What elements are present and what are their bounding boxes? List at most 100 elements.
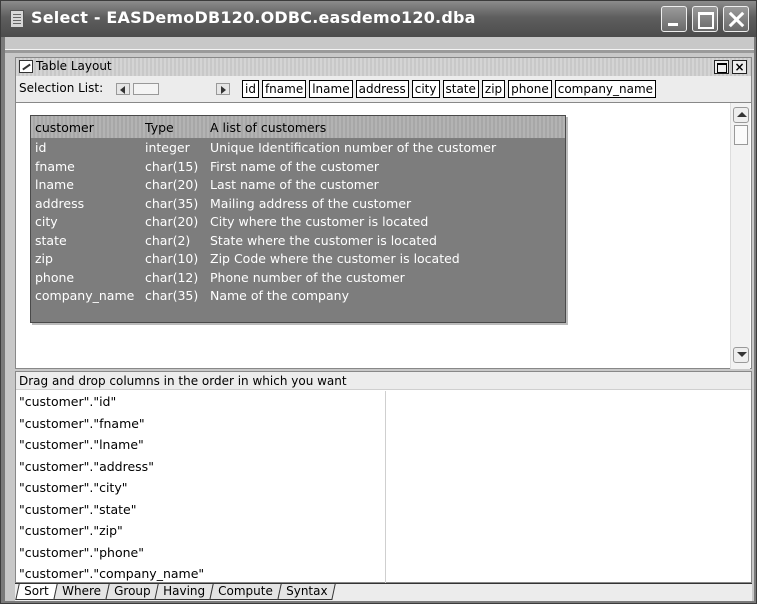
column-type: integer bbox=[145, 140, 190, 155]
sort-column-list[interactable]: "customer"."id" "customer"."fname" "custom… bbox=[16, 391, 386, 583]
column-name: fname bbox=[35, 158, 75, 174]
column-type: char(35) bbox=[145, 288, 199, 303]
column-type: char(2) bbox=[145, 232, 191, 248]
close-button[interactable] bbox=[723, 6, 749, 32]
selection-column-chip[interactable]: state bbox=[442, 80, 479, 98]
selection-column-chip[interactable]: id bbox=[242, 80, 259, 98]
table-column-row[interactable]: id integer Unique Identification number of… bbox=[31, 138, 565, 157]
sort-panel: Drag and drop columns in the order in wh… bbox=[15, 371, 752, 583]
table-layout-icon bbox=[19, 60, 33, 73]
window-title: Select - EASDemoDB120.ODBC.easdemo120.db… bbox=[31, 8, 476, 27]
tab-label: Group bbox=[113, 584, 151, 598]
child-maximize-button[interactable] bbox=[714, 60, 729, 74]
scroll-thumb-vertical[interactable] bbox=[734, 125, 748, 145]
scroll-left-icon[interactable] bbox=[116, 83, 130, 95]
bottom-tabs: Sort Where Group Having Compute Syntax bbox=[15, 583, 752, 601]
sort-instruction: Drag and drop columns in the order in wh… bbox=[16, 372, 751, 390]
table-layout-window: Table Layout × Selection List: id fname ln… bbox=[15, 57, 752, 369]
column-comment: Phone number of the customer bbox=[210, 269, 405, 285]
sort-list-item[interactable]: "customer"."city" bbox=[16, 477, 385, 499]
tab-label: Where bbox=[61, 584, 101, 598]
sort-list-item[interactable]: "customer"."phone" bbox=[16, 542, 385, 564]
tab-syntax[interactable]: Syntax bbox=[277, 584, 337, 600]
scroll-thumb[interactable] bbox=[133, 83, 159, 95]
sort-list-item[interactable]: "customer"."lname" bbox=[16, 434, 385, 456]
column-name: city bbox=[35, 214, 58, 229]
tab-sort[interactable]: Sort bbox=[15, 584, 58, 600]
table-header[interactable]: customer Type A list of customers bbox=[31, 116, 565, 138]
selection-column-chip[interactable]: address bbox=[355, 80, 409, 98]
column-type: char(20) bbox=[145, 177, 199, 192]
tab-having[interactable]: Having bbox=[154, 584, 214, 600]
selection-column-chip[interactable]: zip bbox=[481, 80, 506, 98]
column-name: id bbox=[35, 140, 47, 155]
sort-list-item[interactable]: "customer"."address" bbox=[16, 456, 385, 478]
document-icon bbox=[10, 10, 24, 28]
table-column-row[interactable]: lname char(20) Last name of the customer bbox=[31, 175, 565, 194]
selection-column-chip[interactable]: city bbox=[411, 80, 440, 98]
select-window: Select - EASDemoDB120.ODBC.easdemo120.db… bbox=[0, 0, 757, 604]
scroll-up-icon[interactable] bbox=[733, 107, 749, 123]
selection-columns: id fname lname address city state zip phone comp… bbox=[242, 80, 657, 98]
splitter-top[interactable] bbox=[5, 49, 754, 53]
column-type: char(10) bbox=[145, 251, 199, 266]
customer-table[interactable]: customer Type A list of customers id inte… bbox=[30, 115, 566, 323]
selection-column-chip[interactable]: lname bbox=[309, 80, 353, 98]
table-name: customer bbox=[35, 120, 94, 135]
sort-list-item[interactable]: "customer"."company_name" bbox=[16, 563, 385, 585]
table-column-row[interactable]: fname char(15) First name of the customer bbox=[31, 157, 565, 176]
type-header: Type bbox=[145, 120, 174, 135]
tab-label: Having bbox=[163, 584, 206, 598]
column-comment: First name of the customer bbox=[210, 158, 380, 174]
table-layout-title: Table Layout bbox=[36, 59, 112, 73]
maximize-button[interactable] bbox=[692, 6, 718, 32]
selection-list-bar: Selection List: id fname lname address city s… bbox=[16, 78, 751, 100]
column-comment: Name of the company bbox=[210, 288, 349, 303]
table-column-row[interactable]: company_name char(35) Name of the company bbox=[31, 286, 565, 305]
sort-list-item[interactable]: "customer"."id" bbox=[16, 391, 385, 413]
column-comment: Last name of the customer bbox=[210, 177, 379, 192]
table-column-row[interactable]: zip char(10) Zip Code where the customer i… bbox=[31, 249, 565, 268]
scroll-right-icon[interactable] bbox=[216, 83, 230, 95]
column-comment: City where the customer is located bbox=[210, 214, 429, 229]
column-name: zip bbox=[35, 251, 53, 266]
column-name: phone bbox=[35, 269, 75, 285]
column-type: char(15) bbox=[145, 158, 199, 174]
tab-group[interactable]: Group bbox=[104, 584, 159, 600]
sort-list-item[interactable]: "customer"."state" bbox=[16, 499, 385, 521]
tab-label: Sort bbox=[24, 584, 49, 598]
column-name: state bbox=[35, 232, 67, 248]
scroll-down-icon[interactable] bbox=[733, 347, 749, 363]
tab-compute[interactable]: Compute bbox=[209, 584, 282, 600]
table-column-row[interactable]: city char(20) City where the customer is l… bbox=[31, 212, 565, 231]
column-name: address bbox=[35, 195, 85, 211]
child-close-button[interactable]: × bbox=[732, 60, 747, 74]
tab-label: Compute bbox=[218, 584, 273, 598]
table-canvas: customer Type A list of customers id inte… bbox=[16, 102, 751, 369]
column-comment: State where the customer is located bbox=[210, 232, 437, 248]
column-name: company_name bbox=[35, 288, 135, 303]
column-comment: Mailing address of the customer bbox=[210, 195, 412, 211]
column-type: char(20) bbox=[145, 214, 199, 229]
table-layout-title-bar[interactable]: Table Layout × bbox=[16, 58, 751, 76]
sort-list-item[interactable]: "customer"."fname" bbox=[16, 413, 385, 435]
selection-scrollbar[interactable] bbox=[116, 82, 234, 96]
minimize-button[interactable] bbox=[661, 6, 687, 32]
table-comment: A list of customers bbox=[210, 120, 327, 135]
table-column-row[interactable]: phone char(12) Phone number of the custome… bbox=[31, 268, 565, 287]
column-name: lname bbox=[35, 177, 74, 192]
table-column-row[interactable]: address char(35) Mailing address of the cu… bbox=[31, 194, 565, 213]
client-area: Table Layout × Selection List: id fname ln… bbox=[5, 37, 754, 601]
selection-column-chip[interactable]: phone bbox=[508, 80, 552, 98]
selection-list-label: Selection List: bbox=[19, 81, 104, 95]
table-column-row[interactable]: state char(2) State where the customer is … bbox=[31, 231, 565, 250]
column-comment: Unique Identification number of the cust… bbox=[210, 140, 497, 155]
column-type: char(12) bbox=[145, 269, 199, 285]
column-comment: Zip Code where the customer is located bbox=[210, 251, 460, 266]
sort-list-item[interactable]: "customer"."zip" bbox=[16, 520, 385, 542]
selection-column-chip[interactable]: company_name bbox=[554, 80, 657, 98]
selection-column-chip[interactable]: fname bbox=[261, 80, 307, 98]
tab-where[interactable]: Where bbox=[52, 584, 110, 600]
vertical-scrollbar[interactable] bbox=[730, 103, 750, 369]
title-bar[interactable]: Select - EASDemoDB120.ODBC.easdemo120.db… bbox=[1, 1, 756, 37]
